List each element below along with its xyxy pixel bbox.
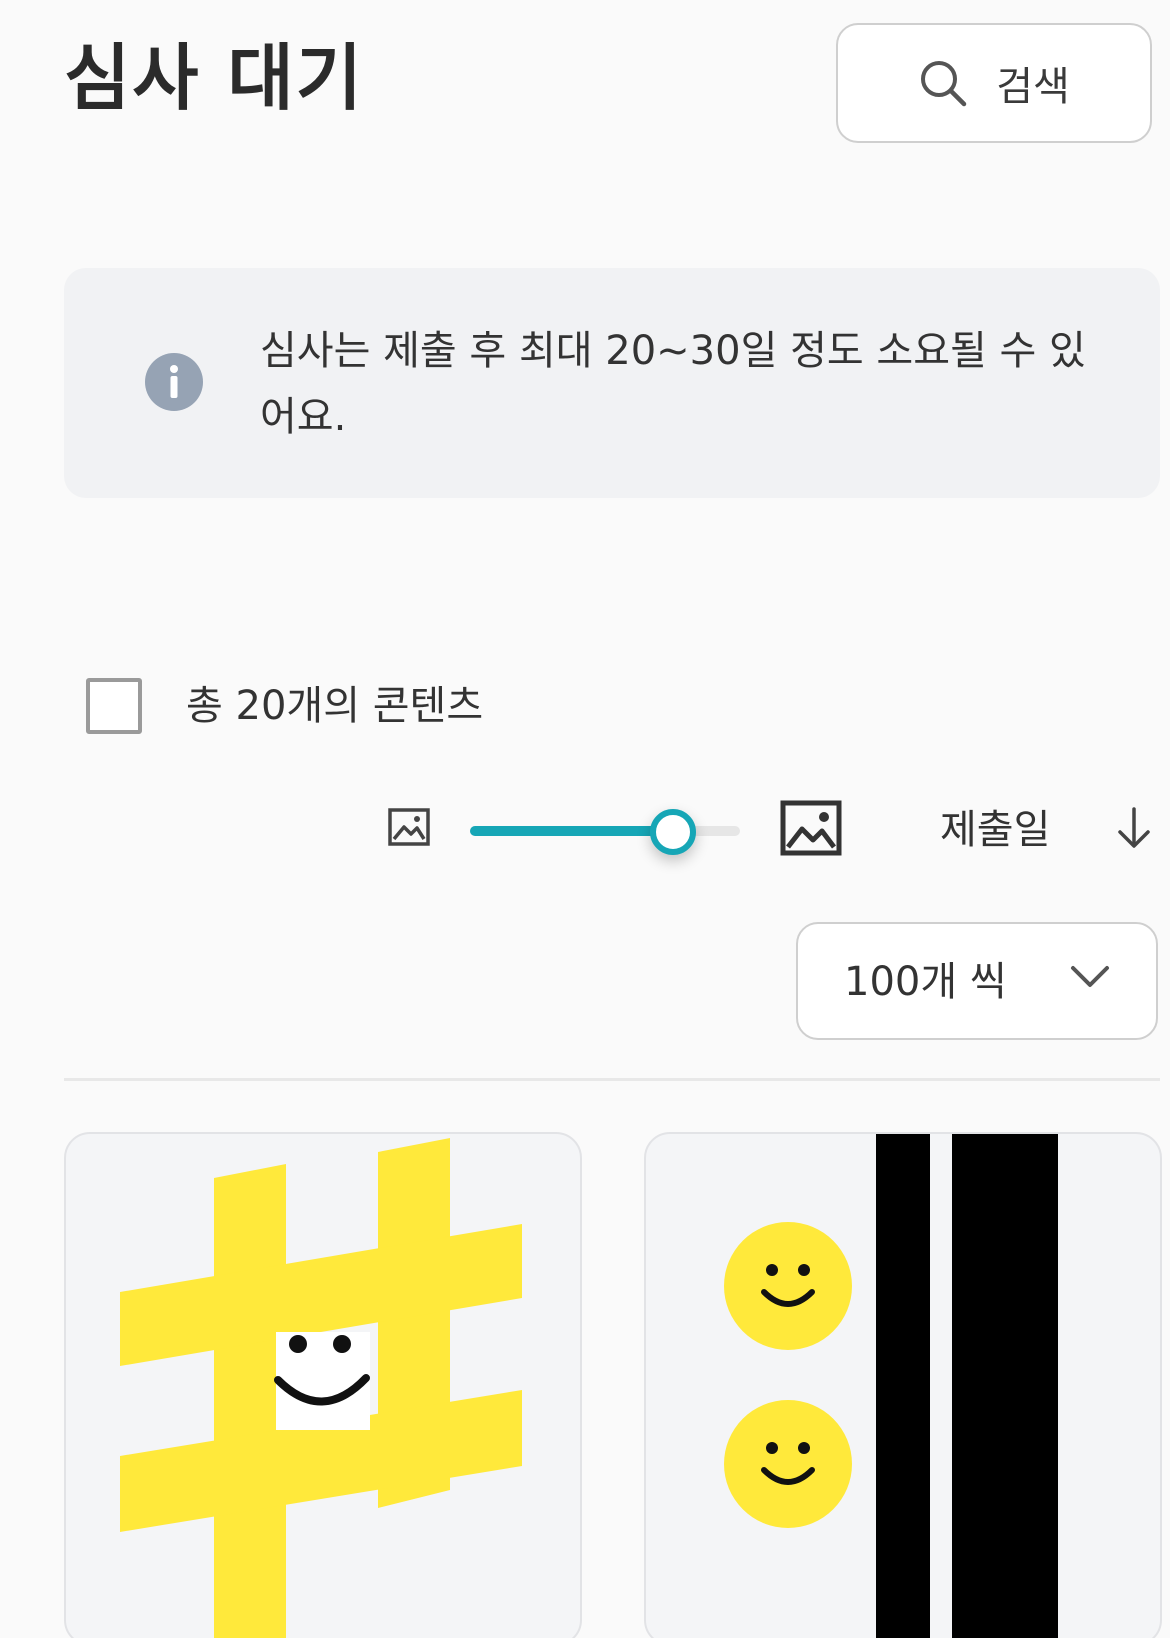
hashtag-smiley-sticker xyxy=(120,1138,522,1638)
notice-text: 심사는 제출 후 최대 20~30일 정도 소요될 수 있어요. xyxy=(260,328,1086,440)
image-small-icon[interactable] xyxy=(388,808,430,850)
smiley-faces-black-stripes-sticker xyxy=(724,1134,1058,1638)
search-button-label: 검색 xyxy=(996,64,1070,110)
arrow-down-icon[interactable] xyxy=(1116,806,1152,854)
page-size-select[interactable]: 100개 씩 xyxy=(796,922,1158,1040)
image-large-icon[interactable] xyxy=(780,800,842,860)
search-icon xyxy=(918,58,968,108)
thumbnail-size-slider[interactable] xyxy=(470,804,740,855)
content-card[interactable] xyxy=(64,1132,582,1638)
content-card[interactable] xyxy=(644,1132,1162,1638)
page-title: 심사 대기 xyxy=(64,36,365,120)
search-button[interactable]: 검색 xyxy=(836,23,1152,143)
review-pending-page: 심사 대기 검색 심사는 제출 후 최대 20~30일 정도 소요될 수 있어요… xyxy=(0,0,1170,1638)
slider-thumb[interactable] xyxy=(650,809,696,855)
list-divider xyxy=(64,1078,1160,1081)
content-count-label: 총 20개의 콘텐츠 xyxy=(186,683,484,729)
page-size-value: 100개 씩 xyxy=(844,959,1007,1005)
review-notice-banner: 심사는 제출 후 최대 20~30일 정도 소요될 수 있어요. xyxy=(64,268,1160,498)
sort-by-submission-date[interactable]: 제출일 xyxy=(940,802,1050,858)
slider-fill xyxy=(470,826,673,836)
select-all-checkbox[interactable] xyxy=(86,678,142,734)
chevron-down-icon xyxy=(1070,964,1110,994)
info-icon xyxy=(144,352,204,416)
